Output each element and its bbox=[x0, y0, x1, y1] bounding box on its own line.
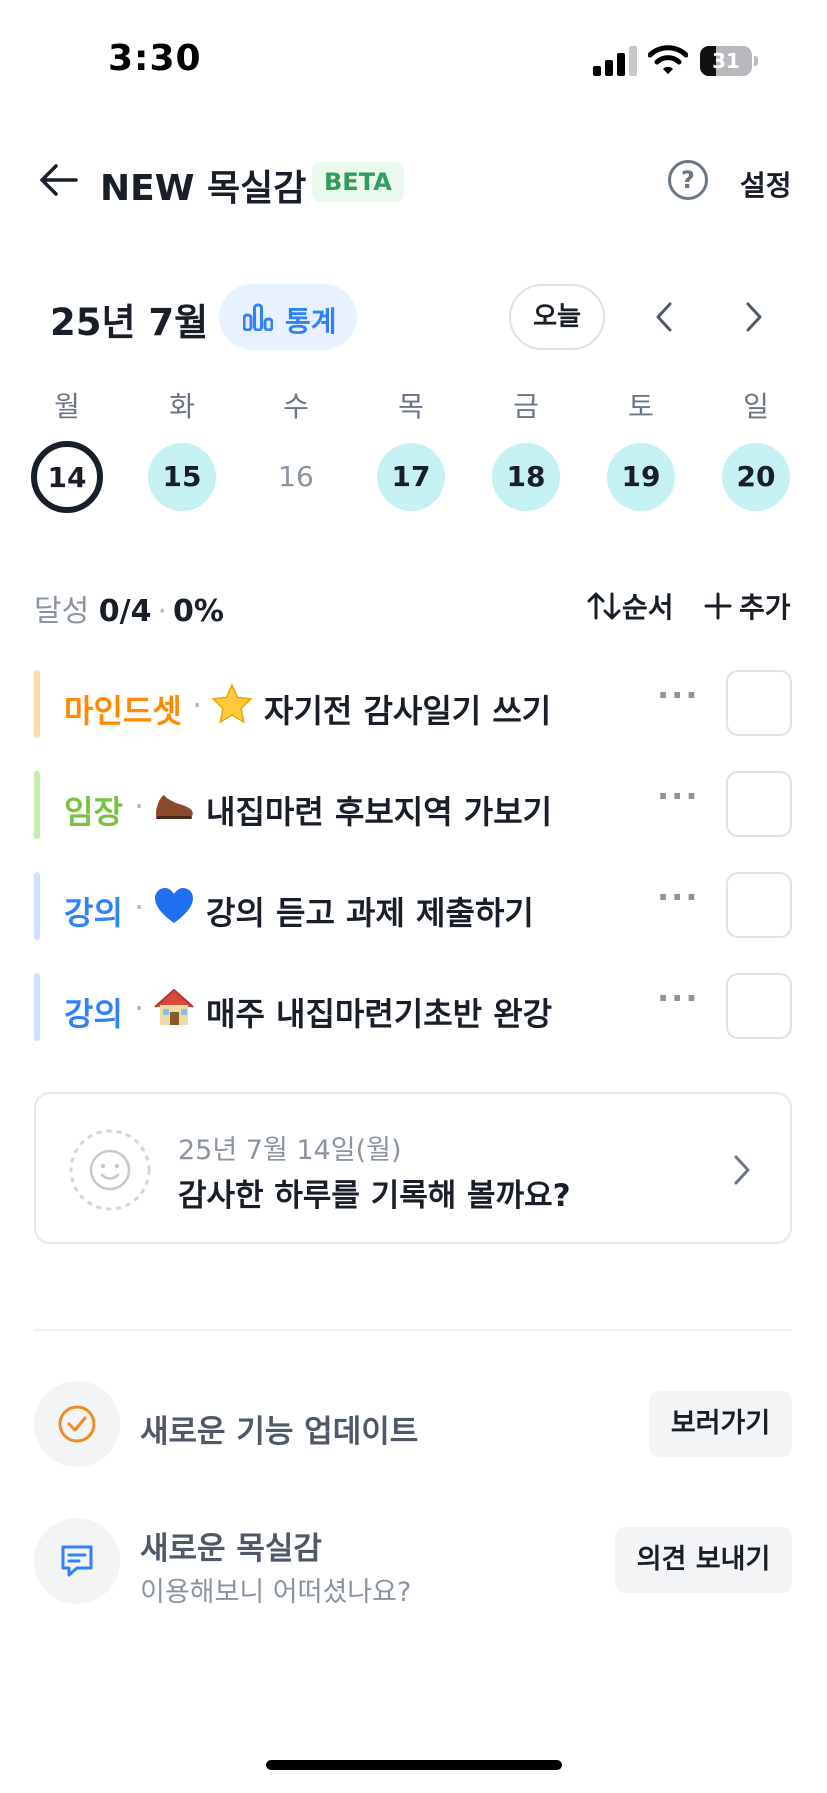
view-update-button[interactable]: 보러가기 bbox=[649, 1391, 792, 1457]
chevron-left-icon[interactable] bbox=[648, 298, 682, 336]
battery-level: 31 bbox=[712, 49, 740, 73]
house-icon bbox=[154, 989, 194, 1025]
day-15[interactable]: 15 bbox=[148, 443, 216, 511]
feedback-title: 새로운 목실감 bbox=[140, 1531, 322, 1567]
back-arrow-icon[interactable] bbox=[36, 158, 80, 202]
status-time: 3:30 bbox=[108, 38, 202, 79]
goal-text: 내집마련 후보지역 가보기 bbox=[206, 793, 553, 831]
help-icon[interactable]: ? bbox=[668, 160, 708, 200]
check-circle-icon bbox=[58, 1405, 96, 1443]
achievement-percent: 0% bbox=[173, 594, 224, 629]
more-options-icon[interactable]: ··· bbox=[657, 777, 699, 815]
goal-checkbox[interactable] bbox=[726, 670, 792, 736]
goal-item[interactable]: 마인드셋 · 자기전 감사일기 쓰기 ··· bbox=[34, 670, 794, 738]
beta-badge: BETA bbox=[312, 162, 404, 202]
goal-checkbox[interactable] bbox=[726, 973, 792, 1039]
feedback-subtitle: 이용해보니 어떠셨나요? bbox=[140, 1577, 412, 1608]
chevron-right-icon[interactable] bbox=[736, 298, 770, 336]
month-label: 25년 7월 bbox=[50, 301, 209, 344]
day-19[interactable]: 19 bbox=[607, 443, 675, 511]
day-20[interactable]: 20 bbox=[722, 443, 790, 511]
goal-item[interactable]: 강의 · 매주 내집마련기초반 완강 ··· bbox=[34, 973, 794, 1041]
weekday-fri: 금 bbox=[513, 390, 539, 423]
wifi-icon bbox=[648, 45, 688, 74]
chat-bubble-icon bbox=[61, 1545, 93, 1577]
more-options-icon[interactable]: ··· bbox=[657, 979, 699, 1017]
sort-order-label: 순서 bbox=[622, 591, 674, 624]
blue-heart-icon bbox=[155, 888, 193, 923]
weekday-sun: 일 bbox=[743, 390, 769, 423]
settings-button[interactable]: 설정 bbox=[740, 164, 792, 204]
weekday-thu: 목 bbox=[398, 390, 424, 423]
cellular-signal-icon bbox=[593, 46, 637, 76]
battery-icon: 31 bbox=[700, 46, 758, 76]
gratitude-diary-card[interactable]: 25년 7월 14일(월) 감사한 하루를 기록해 볼까요? bbox=[34, 1092, 792, 1244]
goal-text: 강의 듣고 과제 제출하기 bbox=[206, 894, 534, 932]
goal-checkbox[interactable] bbox=[726, 872, 792, 938]
feature-update-title: 새로운 기능 업데이트 bbox=[140, 1414, 419, 1450]
chevron-right-icon bbox=[734, 1155, 750, 1185]
home-indicator[interactable] bbox=[266, 1760, 562, 1770]
feedback-icon-circle bbox=[34, 1518, 120, 1604]
day-18[interactable]: 18 bbox=[492, 443, 560, 511]
weekday-wed: 수 bbox=[283, 390, 309, 423]
weekday-mon: 월 bbox=[54, 390, 80, 423]
sort-order-button[interactable]: 순서 bbox=[586, 586, 674, 626]
section-divider bbox=[34, 1329, 792, 1331]
goal-category: 강의 bbox=[64, 995, 123, 1033]
achievement-summary: 달성 0/4 · 0% bbox=[34, 594, 224, 629]
goal-item[interactable]: 강의 · 강의 듣고 과제 제출하기 ··· bbox=[34, 872, 794, 940]
more-options-icon[interactable]: ··· bbox=[657, 878, 699, 916]
plus-icon bbox=[704, 592, 732, 620]
goal-text: 자기전 감사일기 쓰기 bbox=[264, 692, 552, 730]
sort-arrows-icon bbox=[587, 592, 621, 620]
day-17[interactable]: 17 bbox=[377, 443, 445, 511]
shoe-icon bbox=[156, 795, 193, 819]
achievement-count: 0/4 bbox=[98, 594, 152, 629]
diary-prompt: 감사한 하루를 기록해 볼까요? bbox=[178, 1178, 571, 1214]
weekday-sat: 토 bbox=[628, 390, 654, 423]
today-button[interactable]: 오늘 bbox=[509, 284, 605, 350]
goal-category: 마인드셋 bbox=[64, 692, 182, 730]
update-icon-circle bbox=[34, 1381, 120, 1467]
goal-text: 매주 내집마련기초반 완강 bbox=[206, 995, 553, 1033]
bar-chart-icon bbox=[243, 303, 273, 331]
send-feedback-button[interactable]: 의견 보내기 bbox=[615, 1527, 792, 1593]
goal-category: 임장 bbox=[64, 793, 123, 831]
stats-button[interactable]: 통계 bbox=[219, 284, 357, 350]
goal-category: 강의 bbox=[64, 894, 123, 932]
add-goal-button[interactable]: 추가 bbox=[703, 586, 791, 626]
day-14[interactable]: 14 bbox=[31, 441, 103, 513]
more-options-icon[interactable]: ··· bbox=[657, 676, 699, 714]
smiley-face-icon bbox=[69, 1129, 151, 1211]
stats-label: 통계 bbox=[285, 305, 337, 338]
day-16[interactable]: 16 bbox=[262, 443, 330, 511]
goal-checkbox[interactable] bbox=[726, 771, 792, 837]
star-icon bbox=[211, 683, 253, 724]
achievement-label: 달성 bbox=[34, 594, 90, 629]
diary-date: 25년 7월 14일(월) bbox=[178, 1135, 402, 1166]
add-goal-label: 추가 bbox=[739, 591, 791, 624]
page-title: NEW 목실감 bbox=[100, 168, 307, 209]
weekday-tue: 화 bbox=[169, 390, 195, 423]
goal-item[interactable]: 임장 · 내집마련 후보지역 가보기 ··· bbox=[34, 771, 794, 839]
